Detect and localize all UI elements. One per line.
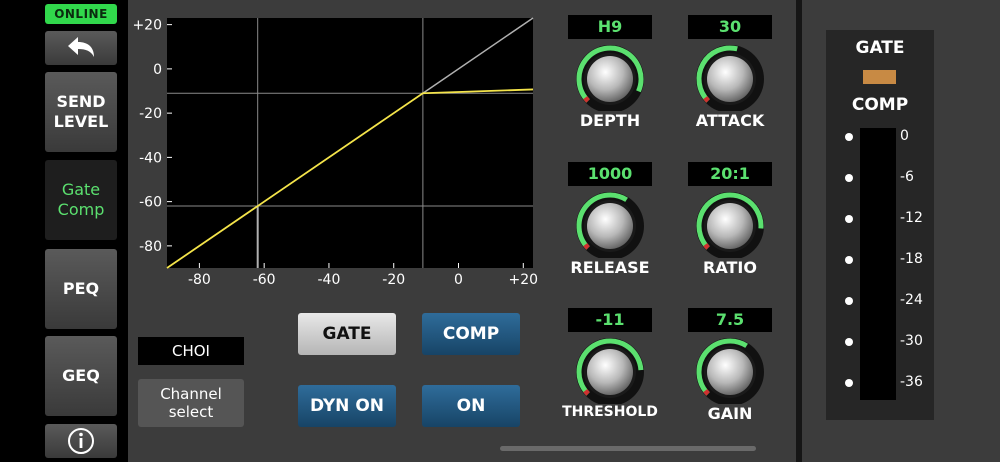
depth-knob[interactable] <box>568 39 652 111</box>
nav-geq[interactable]: GEQ <box>45 336 117 416</box>
nav-send-level-line2: LEVEL <box>53 112 109 131</box>
knob-min-marker <box>703 96 710 103</box>
meter-section: GATE COMP 0 -6 -12 -18 -24 -30 -36 <box>802 0 1000 462</box>
meter-scale-dot <box>845 256 853 264</box>
knob-cap <box>707 203 753 249</box>
meter-scale-label: 0 <box>900 128 909 144</box>
y-tick-label: 0 <box>153 62 162 78</box>
x-tick-label: -80 <box>188 272 211 288</box>
y-tick-label: -80 <box>139 239 162 255</box>
threshold-label: THRESHOLD <box>562 404 658 420</box>
nav-peq[interactable]: PEQ <box>45 249 117 329</box>
channel-select-label: Channel select <box>160 385 222 421</box>
y-tick-label: -20 <box>139 106 162 122</box>
knob-cap <box>707 349 753 395</box>
depth-value: H9 <box>568 15 652 39</box>
release-knob[interactable] <box>568 186 652 258</box>
nav-gate-comp[interactable]: Gate Comp <box>45 160 117 240</box>
back-button[interactable] <box>45 31 117 65</box>
gate-indicator-led <box>863 70 896 84</box>
attack-control: 30 ATTACK <box>688 15 772 130</box>
info-button[interactable] <box>45 424 117 458</box>
x-tick-label: -40 <box>318 272 341 288</box>
x-tick-label: -60 <box>253 272 276 288</box>
x-tick-label: -20 <box>382 272 405 288</box>
knob-cap <box>707 56 753 102</box>
attack-label: ATTACK <box>695 111 765 130</box>
comp-button[interactable]: COMP <box>422 313 520 355</box>
nav-send-level[interactable]: SEND LEVEL <box>45 72 117 152</box>
release-control: 1000 RELEASE <box>568 162 652 277</box>
graph-y-ticks: +20 0 -20 -40 -60 -80 <box>132 18 172 255</box>
meter-scale-dot <box>845 215 853 223</box>
channel-select-line1: Channel <box>160 385 222 403</box>
knob-cap <box>587 56 633 102</box>
gain-knob[interactable] <box>688 332 772 404</box>
knob-min-marker <box>703 389 710 396</box>
channel-select-line2: select <box>168 403 214 421</box>
knob-min-marker <box>583 389 590 396</box>
meter-scale-label: -24 <box>900 292 923 308</box>
ratio-control: 20:1 RATIO <box>688 162 772 277</box>
nav-send-level-line1: SEND <box>56 92 106 111</box>
knob-min-marker <box>583 96 590 103</box>
gain-label: GAIN <box>707 404 753 423</box>
y-tick-label: -60 <box>139 195 162 211</box>
home-indicator <box>500 446 756 451</box>
attack-knob[interactable] <box>688 39 772 111</box>
channel-select-button[interactable]: Channel select <box>138 379 244 427</box>
knob-cap <box>587 349 633 395</box>
meter-bar <box>860 128 896 400</box>
ratio-knob[interactable] <box>688 186 772 258</box>
meter-scale-dot <box>845 133 853 141</box>
ratio-label: RATIO <box>703 258 757 277</box>
on-button[interactable]: ON <box>422 385 520 427</box>
dyn-on-button[interactable]: DYN ON <box>298 385 396 427</box>
meter-scale-label: -36 <box>900 374 923 390</box>
nav-gate-comp-line1: Gate <box>61 180 101 199</box>
x-tick-label: +20 <box>509 272 539 288</box>
info-icon <box>68 428 94 454</box>
channel-name: CHOI <box>138 337 244 365</box>
meter-scale-dot <box>845 379 853 387</box>
depth-control: H9 DEPTH <box>568 15 652 130</box>
depth-label: DEPTH <box>579 111 641 130</box>
gate-button[interactable]: GATE <box>298 313 396 355</box>
x-tick-label: 0 <box>454 272 463 288</box>
gain-control: 7.5 GAIN <box>688 308 772 423</box>
attack-value: 30 <box>688 15 772 39</box>
nav-peq-label: PEQ <box>62 279 100 298</box>
gain-value: 7.5 <box>688 308 772 332</box>
threshold-control: -11 THRESHOLD <box>562 308 658 420</box>
knob-min-marker <box>703 243 710 250</box>
meter-scale-label: -30 <box>900 333 923 349</box>
online-status-badge: ONLINE <box>45 4 117 24</box>
nav-geq-label: GEQ <box>62 366 100 385</box>
meter-scale-dot <box>845 338 853 346</box>
release-label: RELEASE <box>570 258 650 277</box>
meter-scale-dot <box>845 174 853 182</box>
knob-min-marker <box>583 243 590 250</box>
gate-meter-label: GATE <box>855 38 905 58</box>
ratio-value: 20:1 <box>688 162 772 186</box>
threshold-knob[interactable] <box>568 332 652 404</box>
meter-scale-dot <box>845 297 853 305</box>
side-nav: ONLINE SEND LEVEL Gate Comp PEQ GEQ <box>0 0 124 462</box>
nav-gate-comp-line2: Comp <box>57 200 105 219</box>
dynamics-panel: +20 0 -20 -40 -60 -80 -80 -60 -40 -20 0 +20 CHOI C… <box>128 0 796 462</box>
y-tick-label: -40 <box>139 150 162 166</box>
threshold-value: -11 <box>568 308 652 332</box>
back-arrow-icon <box>68 37 94 57</box>
transfer-curve-graph: +20 0 -20 -40 -60 -80 -80 -60 -40 -20 0 +20 <box>132 17 539 288</box>
y-tick-label: +20 <box>132 18 162 34</box>
meter-scale-label: -6 <box>900 169 914 185</box>
meter-scale-label: -18 <box>900 251 923 267</box>
comp-meter-label: COMP <box>851 95 909 115</box>
release-value: 1000 <box>568 162 652 186</box>
knob-cap <box>587 203 633 249</box>
meter-scale-label: -12 <box>900 210 923 226</box>
gain-reduction-meter: GATE COMP 0 -6 -12 -18 -24 -30 -36 <box>826 30 934 420</box>
